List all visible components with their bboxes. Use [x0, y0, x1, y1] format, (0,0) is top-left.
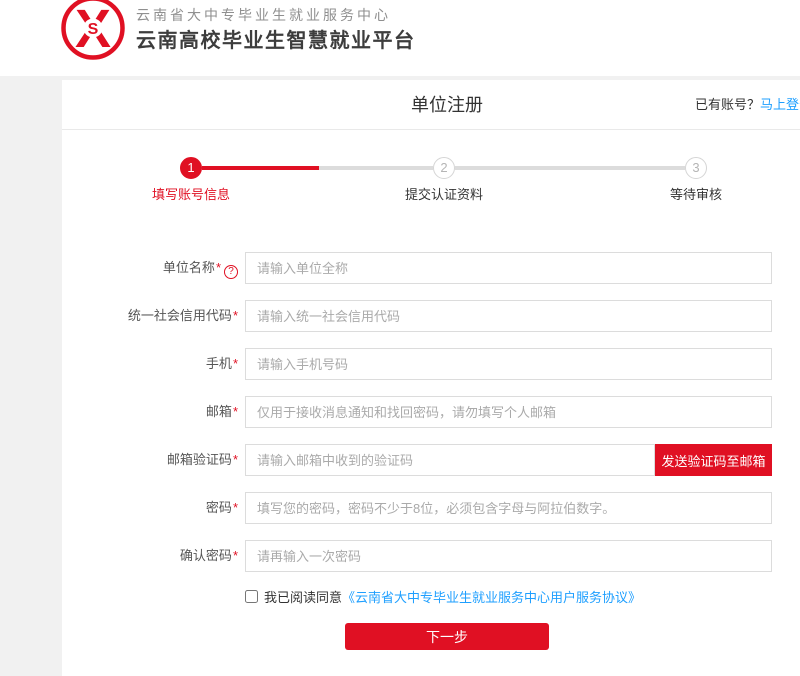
company-name-input[interactable]	[245, 252, 772, 284]
agreement-link[interactable]: 《云南省大中专毕业生就业服务中心用户服务协议》	[342, 587, 641, 606]
required-asterisk: *	[233, 500, 238, 515]
confirm-password-input-wrap	[245, 540, 772, 572]
brand-text: 云南省大中专毕业生就业服务中心 云南高校毕业生智慧就业平台	[136, 5, 416, 54]
password-input-wrap	[245, 492, 772, 524]
field-label-text: 统一社会信用代码	[128, 308, 232, 323]
required-asterisk: *	[233, 308, 238, 323]
required-asterisk: *	[233, 548, 238, 563]
email-input-wrap	[245, 396, 772, 428]
send-code-button[interactable]: 发送验证码至邮箱	[655, 444, 772, 476]
register-panel: 单位注册 已有账号？马上登录 1 2 3 填写账号信息 提交认证资料 等待审核 …	[62, 80, 800, 676]
help-question-icon[interactable]: ?	[224, 265, 238, 279]
field-label-text: 单位名称	[163, 260, 215, 275]
form-row-email: 邮箱*	[62, 396, 800, 428]
field-label-text: 手机	[206, 356, 232, 371]
login-prompt: 已有账号？马上登录	[695, 80, 800, 130]
credit-code-input[interactable]	[245, 300, 772, 332]
credit-code-input-wrap	[245, 300, 772, 332]
page-title: 单位注册	[62, 80, 800, 130]
confirm-password-label: 确认密码*	[62, 540, 238, 572]
step-2-label: 提交认证资料	[405, 184, 483, 203]
step-indicator: 1 2 3 填写账号信息 提交认证资料 等待审核	[62, 130, 800, 245]
required-asterisk: *	[216, 260, 221, 275]
email-code-input[interactable]	[245, 444, 655, 476]
email-input[interactable]	[245, 396, 772, 428]
login-link[interactable]: 马上登录	[760, 97, 800, 112]
company-name-label: 单位名称*?	[62, 252, 238, 284]
step-3-circle: 3	[685, 157, 707, 179]
platform-name: 云南高校毕业生智慧就业平台	[136, 28, 416, 54]
email-code-input-wrap: 发送验证码至邮箱	[245, 444, 772, 476]
top-header: X S 云南省大中专毕业生就业服务中心 云南高校毕业生智慧就业平台	[0, 0, 800, 76]
agreement-checkbox[interactable]	[245, 590, 258, 603]
step-connector-progress	[202, 166, 319, 170]
logo-emblem-icon: X S	[59, 0, 127, 60]
confirm-password-input[interactable]	[245, 540, 772, 572]
form-row-credit-code: 统一社会信用代码*	[62, 300, 800, 332]
email-code-label: 邮箱验证码*	[62, 444, 238, 476]
step-1-label: 填写账号信息	[152, 184, 230, 203]
step-2-circle: 2	[433, 157, 455, 179]
registration-form: 单位名称*?统一社会信用代码*手机*邮箱*邮箱验证码*发送验证码至邮箱密码*确认…	[62, 252, 800, 572]
form-row-confirm-password: 确认密码*	[62, 540, 800, 572]
mobile-input-wrap	[245, 348, 772, 380]
field-label-text: 密码	[206, 500, 232, 515]
agreement-label: 我已阅读同意	[264, 587, 342, 606]
required-asterisk: *	[233, 356, 238, 371]
required-asterisk: *	[233, 452, 238, 467]
password-input[interactable]	[245, 492, 772, 524]
credit-code-label: 统一社会信用代码*	[62, 300, 238, 332]
step-1-circle: 1	[180, 157, 202, 179]
form-row-password: 密码*	[62, 492, 800, 524]
step-connector-1-2	[202, 166, 433, 170]
panel-header: 单位注册 已有账号？马上登录	[62, 80, 800, 130]
form-row-company-name: 单位名称*?	[62, 252, 800, 284]
field-label-text: 确认密码	[180, 548, 232, 563]
site-logo[interactable]: X S	[59, 0, 127, 60]
required-asterisk: *	[233, 404, 238, 419]
logo-s-glyph: S	[88, 21, 99, 38]
password-label: 密码*	[62, 492, 238, 524]
step-3-label: 等待审核	[670, 184, 722, 203]
form-row-email-code: 邮箱验证码* 发送验证码至邮箱	[62, 444, 800, 476]
agreement-row: 我已阅读同意 《云南省大中专毕业生就业服务中心用户服务协议》	[245, 588, 800, 604]
field-label-text: 邮箱	[206, 404, 232, 419]
mobile-label: 手机*	[62, 348, 238, 380]
login-prompt-text: 已有账号？	[695, 97, 760, 112]
mobile-input[interactable]	[245, 348, 772, 380]
company-name-input-wrap	[245, 252, 772, 284]
org-name: 云南省大中专毕业生就业服务中心	[136, 5, 416, 25]
step-connector-2-3	[455, 166, 685, 170]
email-label: 邮箱*	[62, 396, 238, 428]
field-label-text: 邮箱验证码	[167, 452, 232, 467]
next-step-button[interactable]: 下一步	[345, 623, 549, 650]
form-row-mobile: 手机*	[62, 348, 800, 380]
